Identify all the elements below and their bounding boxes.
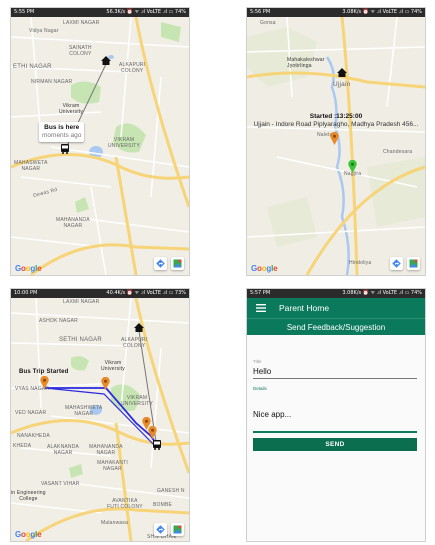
details-field-label: Details xyxy=(253,386,267,391)
map-canvas[interactable] xyxy=(11,17,189,275)
status-indicators: 40.4K/s ⏰ ᯤ .ıl VoLTE .ıl ▭ 73% xyxy=(106,290,186,296)
details-field-underline xyxy=(253,431,417,433)
callout-title: Bus is here xyxy=(44,124,80,131)
status-indicators: 3.08K/s ⏰ ᯤ .ıl VoLTE .ıl ▭ 74% xyxy=(342,290,422,296)
label-kheda: KHEDA xyxy=(13,443,32,449)
label-vikram-university: Vikram University xyxy=(101,360,125,372)
status-bar: 5:56 PM 3.08K/s ⏰ ᯤ .ıl VoLTE .ıl ▭ 74% xyxy=(247,8,425,17)
status-time: 10:00 PM xyxy=(14,290,38,296)
screen-bus-route: 10:00 PM 40.4K/s ⏰ ᯤ .ıl VoLTE .ıl ▭ 73% xyxy=(10,288,190,542)
app-bar: Parent Home xyxy=(247,298,425,318)
directions-icon xyxy=(392,259,401,268)
app-title: Parent Home xyxy=(279,303,330,313)
maps-icon xyxy=(409,259,418,268)
callout-subtitle: moments ago xyxy=(42,132,82,139)
label-ashok-nagar: ASHOK NAGAR xyxy=(39,318,78,324)
directions-button[interactable] xyxy=(154,257,167,270)
google-logo: Google xyxy=(251,264,278,273)
map-canvas[interactable] xyxy=(247,17,425,275)
label-alkapuri-colony: ALKAPURI COLONY xyxy=(121,337,148,349)
orange-pin-icon[interactable] xyxy=(330,132,339,145)
open-maps-button[interactable] xyxy=(171,523,184,536)
label-avantika-colony: AVANTIKA FUTI COLONY xyxy=(107,498,143,510)
google-logo: Google xyxy=(15,264,42,273)
status-bar: 10:00 PM 40.4K/s ⏰ ᯤ .ıl VoLTE .ıl ▭ 73% xyxy=(11,289,189,298)
label-ujjain: Ujjain xyxy=(333,81,351,88)
google-logo: Google xyxy=(15,530,42,539)
bus-trip-started-label: Bus Trip Started xyxy=(19,369,69,375)
label-gonsa: Gonsa xyxy=(260,20,276,26)
status-bar: 5:57 PM 3.08K/s ⏰ ᯤ .ıl VoLTE .ıl ▭ 74% xyxy=(247,289,425,298)
details-field[interactable]: Nice app... xyxy=(253,410,291,419)
orange-pin-icon[interactable] xyxy=(40,376,49,389)
title-field-label: Title xyxy=(253,359,262,364)
open-maps-button[interactable] xyxy=(407,257,420,270)
label-malanwasa: Malanwasa xyxy=(101,520,129,526)
label-vasant-vihar: VASANT VIHAR xyxy=(41,481,80,487)
map-view[interactable]: LAXMI NAGAR ASHOK NAGAR SETHI NAGAR ALKA… xyxy=(11,298,189,541)
title-field-underline xyxy=(253,378,417,379)
maps-icon xyxy=(173,259,182,268)
label-mahakanti-nagar: MAHAKANTI NAGAR xyxy=(97,460,128,472)
screen-trip-started: 5:56 PM 3.08K/s ⏰ ᯤ .ıl VoLTE .ıl ▭ 74% … xyxy=(246,7,426,276)
label-sainath-colony: SAINATH COLONY xyxy=(69,45,92,57)
screen-bus-location: 5:55 PM 56.3K/s ⏰ ᯤ .ıl VoLTE .ıl ▭ 74% xyxy=(10,7,190,276)
maps-icon xyxy=(173,525,182,534)
trip-start-address: Ujjain - Indore Road Piplyaragho, Madhya… xyxy=(253,121,419,128)
label-alaknanda-nagar: ALAKNANDA NAGAR xyxy=(47,444,80,456)
bus-location-callout[interactable]: Bus is here moments ago xyxy=(39,122,85,142)
trip-start-time: Started :13:25:00 xyxy=(309,113,363,120)
orange-pin-icon[interactable] xyxy=(101,377,110,390)
hamburger-menu-icon[interactable] xyxy=(256,304,266,312)
label-nanakheda: NANAKHEDA xyxy=(17,433,50,439)
label-hindoliya: Hindoliya xyxy=(349,260,372,266)
trip-started-info: Started :13:25:00 Ujjain - Indore Road P… xyxy=(247,113,425,129)
bus-icon[interactable] xyxy=(152,440,162,450)
send-button[interactable]: SEND xyxy=(253,438,417,451)
page-subtitle: Send Feedback/Suggestion xyxy=(247,318,425,336)
status-time: 5:56 PM xyxy=(250,9,271,15)
label-nirman-nagar: NIRMAN NAGAR xyxy=(31,79,73,85)
label-chandesara: Chandesara xyxy=(383,149,413,155)
status-indicators: 3.08K/s ⏰ ᯤ .ıl VoLTE .ıl ▭ 74% xyxy=(342,9,422,15)
label-ganesh-nagar: GANESH N xyxy=(157,488,185,494)
directions-button[interactable] xyxy=(154,523,167,536)
home-icon[interactable] xyxy=(337,68,347,77)
directions-icon xyxy=(156,259,165,268)
label-alkapuri-colony: ALKAPURI COLONY xyxy=(119,62,146,74)
label-ved-nagar: VED NAGAR xyxy=(15,410,47,416)
label-mahashweta-nagar: MAHASHWETA NAGAR xyxy=(65,405,103,417)
directions-icon xyxy=(156,525,165,534)
label-laxmi-nagar: LAXMI NAGAR xyxy=(63,299,100,305)
label-vikram-university: Vikram University xyxy=(59,103,83,115)
label-sethi-nagar: SETHI NAGAR xyxy=(59,337,102,343)
open-maps-button[interactable] xyxy=(171,257,184,270)
status-indicators: 56.3K/s ⏰ ᯤ .ıl VoLTE .ıl ▭ 74% xyxy=(106,9,186,15)
label-bombe: BOMBE xyxy=(153,502,173,508)
bus-icon[interactable] xyxy=(60,144,70,154)
map-view[interactable]: LAXMI NAGAR Vidya Nagar SAINATH COLONY E… xyxy=(11,17,189,275)
label-sethi-nagar: ETHI NAGAR xyxy=(13,64,52,70)
label-mahananda-nagar: MAHANANDA NAGAR xyxy=(89,444,123,456)
label-vikram-university-caps: VIKRAM UNIVERSITY xyxy=(121,395,154,407)
directions-button[interactable] xyxy=(390,257,403,270)
status-time: 5:55 PM xyxy=(14,9,35,15)
label-mahaswata-nagar: MAHASWETA NAGAR xyxy=(14,160,48,172)
green-pin-icon[interactable] xyxy=(348,160,357,173)
home-icon[interactable] xyxy=(134,323,144,332)
screen-parent-home-feedback: 5:57 PM 3.08K/s ⏰ ᯤ .ıl VoLTE .ıl ▭ 74% … xyxy=(246,288,426,542)
status-time: 5:57 PM xyxy=(250,290,271,296)
home-icon[interactable] xyxy=(101,56,111,65)
status-bar: 5:55 PM 56.3K/s ⏰ ᯤ .ıl VoLTE .ıl ▭ 74% xyxy=(11,8,189,17)
label-vikram-university-caps: VIKRAM UNIVERSITY xyxy=(108,137,141,149)
label-vidya-nagar: Vidya Nagar xyxy=(29,28,59,34)
label-mahakaleshwar: Mahakaleshwar Jyotirlinga xyxy=(287,57,325,69)
label-mahananda-nagar: MAHANANDA NAGAR xyxy=(56,217,90,229)
orange-pin-icon[interactable] xyxy=(148,426,157,439)
feedback-form: Title Hello Details Nice app... SEND xyxy=(247,335,425,541)
title-field[interactable]: Hello xyxy=(253,367,271,376)
map-view[interactable]: Gonsa Mahakaleshwar Jyotirlinga Ujjain C… xyxy=(247,17,425,275)
label-laxmi-nagar: LAXMI NAGAR xyxy=(63,20,100,26)
label-engineering-college: in Engineering College xyxy=(11,490,46,502)
